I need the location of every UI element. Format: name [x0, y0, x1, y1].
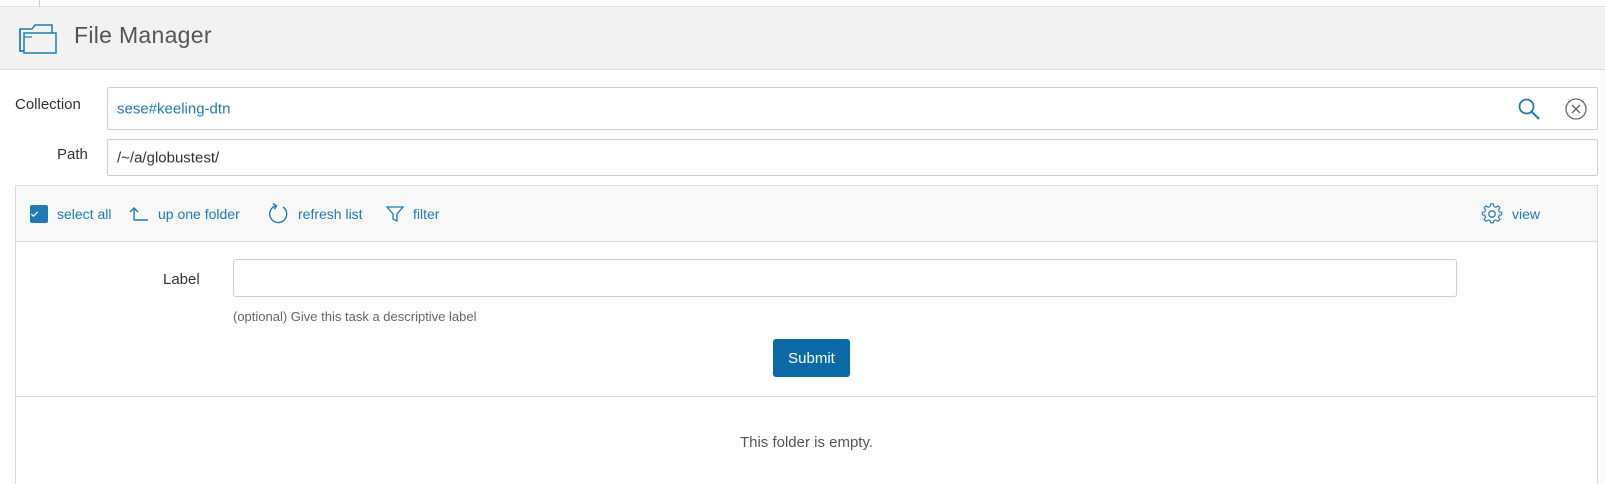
task-label-helper: (optional) Give this task a descriptive …	[233, 309, 477, 324]
page-header: File Manager	[0, 7, 1605, 70]
file-panel: select all up one folder refresh list fi…	[15, 185, 1598, 484]
task-label-input[interactable]	[233, 259, 1457, 297]
filter-label: filter	[413, 206, 440, 222]
gear-icon	[1481, 203, 1503, 224]
refresh-icon	[269, 203, 288, 224]
task-label-label: Label	[163, 271, 200, 288]
up-one-folder-label: up one folder	[158, 206, 240, 222]
task-label-form: Label (optional) Give this task a descri…	[16, 242, 1597, 397]
up-folder-icon	[129, 207, 148, 221]
page-title: File Manager	[74, 22, 212, 48]
search-icon[interactable]	[1517, 97, 1541, 121]
scrollbar-track[interactable]	[1600, 70, 1605, 484]
check-icon	[30, 211, 39, 218]
up-one-folder-button[interactable]: up one folder	[129, 186, 240, 242]
filter-button[interactable]: filter	[386, 186, 439, 242]
view-button[interactable]: view	[1481, 186, 1540, 242]
path-value[interactable]: /~/a/globustest/	[117, 149, 219, 166]
refresh-list-button[interactable]: refresh list	[267, 186, 363, 242]
submit-button[interactable]: Submit	[773, 339, 850, 377]
clear-circle-icon[interactable]	[1565, 98, 1587, 120]
empty-folder-message: This folder is empty.	[739, 434, 874, 451]
view-label: view	[1512, 206, 1541, 222]
select-all-checkbox[interactable]	[30, 205, 48, 223]
folder-icon	[19, 24, 57, 54]
collection-label: Collection	[15, 96, 81, 113]
collection-value[interactable]: sese#keeling-dtn	[117, 100, 230, 117]
collection-field[interactable]: sese#keeling-dtn	[107, 87, 1598, 130]
filter-icon	[386, 206, 404, 223]
path-field[interactable]: /~/a/globustest/	[107, 139, 1598, 176]
refresh-list-label: refresh list	[298, 206, 363, 222]
top-strip	[0, 0, 1605, 7]
top-tab-edge	[0, 0, 40, 7]
file-toolbar: select all up one folder refresh list fi…	[16, 186, 1597, 242]
select-all-label: select all	[57, 206, 112, 222]
select-all-button[interactable]: select all	[30, 186, 111, 242]
path-label: Path	[57, 146, 88, 163]
